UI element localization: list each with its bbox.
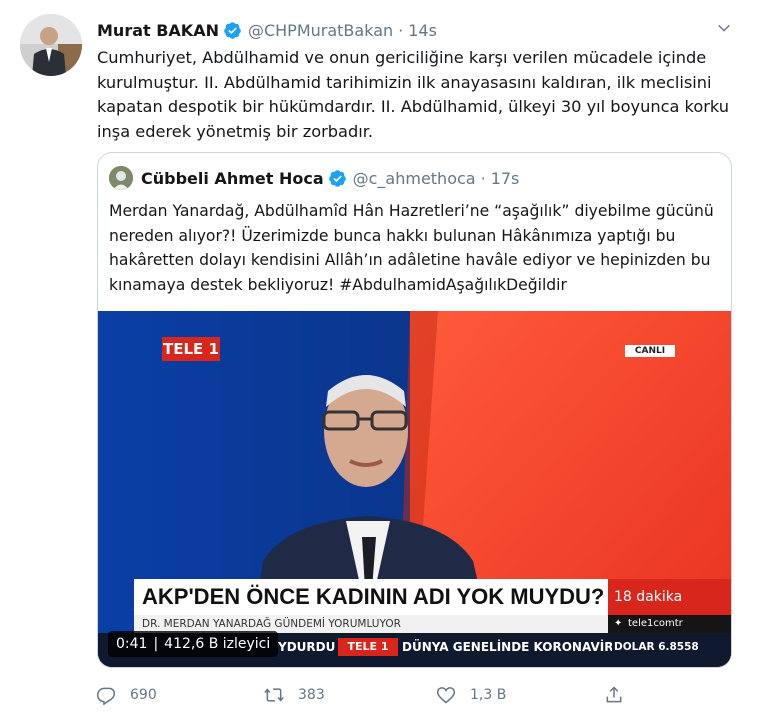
separator-bar: |: [153, 636, 159, 652]
ticker-left: YDURDU: [278, 640, 336, 654]
author-handle[interactable]: @CHPMuratBakan: [248, 21, 393, 40]
heart-icon: [436, 687, 456, 704]
reply-count: 690: [130, 687, 157, 703]
verified-badge-icon: [328, 169, 346, 187]
verified-badge-icon: [224, 21, 241, 39]
ticker-logo: TELE 1: [347, 640, 389, 653]
tv-twitter-handle: tele1comtr: [628, 618, 683, 629]
ticker-text: DÜNYA GENELİNDE KORONAVİR: [402, 640, 612, 654]
avatar-photo: [20, 14, 82, 76]
more-options-button[interactable]: [712, 16, 736, 40]
video-subheadline: DR. MERDAN YANARDAĞ GÜNDEMİ YORUMLUYOR: [142, 618, 401, 630]
share-button[interactable]: [604, 685, 638, 705]
dolar-rate: DOLAR 6.8558: [614, 641, 699, 653]
reply-icon: [96, 687, 116, 705]
side-label: 18 dakika: [614, 589, 683, 605]
live-badge: CANLI: [634, 346, 666, 356]
video-frame: [98, 311, 731, 667]
chevron-down-icon: [718, 24, 730, 32]
quoted-timestamp: 17s: [490, 168, 520, 188]
channel-logo: TELE 1: [163, 340, 219, 358]
quoted-author-name: Cübbeli Ahmet Hoca: [141, 168, 324, 188]
tweet-header: Murat BAKAN @CHPMuratBakan · 14s: [97, 18, 437, 42]
timestamp[interactable]: 14s: [408, 21, 437, 40]
reply-button[interactable]: 690: [96, 685, 157, 705]
like-count: 1,3 B: [470, 687, 507, 703]
tweet-text: Cumhuriyet, Abdülhamid ve onun gericiliğ…: [97, 48, 730, 141]
quoted-header: Cübbeli Ahmet Hoca @c_ahmethoca · 17s: [109, 165, 519, 191]
quoted-tweet[interactable]: Cübbeli Ahmet Hoca @c_ahmethoca · 17s Me…: [97, 152, 732, 668]
video-elapsed: 0:41: [116, 636, 148, 652]
video-view-count: 0:41 | 412,6 B izleyici: [108, 631, 279, 657]
quoted-author-handle: @c_ahmethoca: [352, 168, 476, 188]
video-views: 412,6 B izleyici: [164, 636, 271, 652]
retweet-count: 383: [298, 687, 325, 703]
quoted-avatar-photo: [109, 166, 133, 190]
action-bar: 690 383 1,3 B: [96, 680, 636, 710]
video-headline: AKP'DEN ÖNCE KADININ ADI YOK MUYDU?: [142, 584, 605, 609]
retweet-icon: [264, 688, 284, 702]
author-name[interactable]: Murat BAKAN: [97, 21, 219, 40]
quoted-avatar: [109, 166, 133, 190]
video-player[interactable]: TELE 1 CANLI AKP'DEN ÖNCE KADININ ADI YO…: [98, 311, 731, 667]
quoted-text: Merdan Yanardağ, Abdülhamîd Hân Hazretle…: [109, 202, 714, 294]
separator-dot: ·: [480, 168, 486, 188]
like-button[interactable]: 1,3 B: [436, 685, 506, 705]
retweet-button[interactable]: 383: [264, 685, 325, 705]
share-icon: [606, 686, 622, 703]
separator-dot: ·: [398, 20, 404, 40]
twitter-bird-icon: ✦: [614, 618, 623, 629]
avatar[interactable]: [20, 14, 82, 76]
tweet: Murat BAKAN @CHPMuratBakan · 14s Cumhuri…: [0, 0, 757, 722]
